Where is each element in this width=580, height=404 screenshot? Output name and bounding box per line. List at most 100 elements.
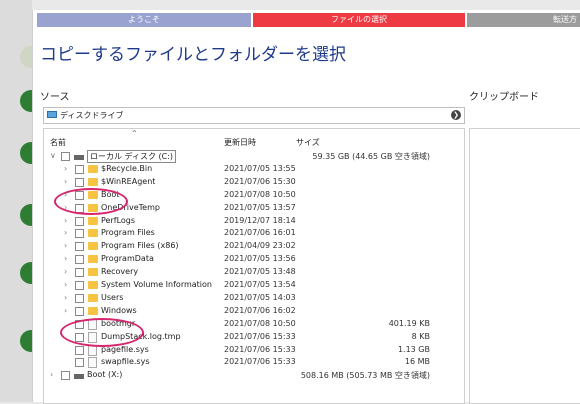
- drive-row[interactable]: › Boot (X:) 508.16 MB (505.73 MB 空き領域): [44, 369, 464, 381]
- folder-row[interactable]: › Program Files 2021/07/06 16:01: [44, 227, 464, 239]
- item-size: 16 MB: [404, 357, 430, 367]
- source-label: ソース: [40, 92, 70, 103]
- chevron-right-icon[interactable]: ›: [64, 293, 67, 302]
- chevron-right-icon[interactable]: ›: [64, 267, 67, 276]
- column-header-name[interactable]: 名前: [50, 137, 66, 148]
- folder-row[interactable]: › PerfLogs 2019/12/07 18:14: [44, 215, 464, 227]
- source-dropdown-value: ディスクドライブ: [60, 111, 124, 120]
- step-transfer: 転送方: [467, 13, 580, 27]
- chevron-right-icon[interactable]: ›: [64, 164, 67, 173]
- item-date: 2021/07/05 13:56: [224, 254, 296, 264]
- item-name: ProgramData: [101, 254, 154, 264]
- folder-icon: [88, 216, 98, 225]
- checkbox[interactable]: [61, 152, 70, 161]
- clipboard-label: クリップボード: [469, 92, 539, 103]
- chevron-right-icon[interactable]: ›: [64, 228, 67, 237]
- checkbox[interactable]: [75, 255, 84, 265]
- folder-icon: [88, 306, 98, 315]
- file-row[interactable]: swapfile.sys 2021/07/06 15:33 16 MB: [44, 356, 464, 369]
- item-name: Program Files (x86): [101, 241, 179, 251]
- file-icon: [88, 357, 97, 369]
- item-date: 2021/07/06 16:01: [224, 228, 296, 238]
- folder-icon: [88, 164, 98, 173]
- column-header-size[interactable]: サイズ: [296, 137, 320, 148]
- file-selection-window: ようこそ ファイルの選択 転送方 コピーするファイルとフォルダーを選択 ソース …: [32, 10, 580, 404]
- checkbox[interactable]: [75, 345, 84, 355]
- item-date: 2021/07/06 15:33: [224, 331, 296, 341]
- checkbox[interactable]: [75, 358, 84, 368]
- item-date: 2021/07/06 15:33: [224, 357, 296, 367]
- highlight-bootmgr: [60, 318, 144, 347]
- chevron-right-icon[interactable]: ›: [50, 370, 53, 379]
- item-date: 2021/04/09 23:02: [224, 241, 296, 251]
- folder-row[interactable]: › Program Files (x86) 2021/04/09 23:02: [44, 240, 464, 252]
- chevron-right-icon[interactable]: ›: [64, 280, 67, 289]
- item-date: 2021/07/05 13:55: [224, 163, 296, 173]
- drive-icon: [74, 374, 84, 380]
- item-name: $WinREAgent: [101, 176, 156, 186]
- chevron-right-icon[interactable]: ❯: [451, 110, 461, 120]
- item-size: 8 KB: [411, 331, 430, 341]
- folder-row[interactable]: › System Volume Information 2021/07/05 13:…: [44, 279, 464, 291]
- folder-row[interactable]: › $Recycle.Bin 2021/07/05 13:55: [44, 163, 464, 175]
- item-name: Program Files: [101, 228, 155, 238]
- checkbox[interactable]: [75, 242, 84, 252]
- item-name: PerfLogs: [101, 215, 136, 225]
- folder-icon: [88, 281, 98, 289]
- item-name: Users: [101, 292, 124, 302]
- chevron-right-icon[interactable]: ›: [64, 306, 67, 315]
- page-title: コピーするファイルとフォルダーを選択: [40, 45, 346, 65]
- checkbox[interactable]: [75, 281, 84, 290]
- item-size: 59.35 GB (44.65 GB 空き領域): [312, 152, 430, 161]
- item-date: 2019/12/07 18:14: [224, 215, 296, 225]
- item-name: Boot (X:): [87, 370, 123, 380]
- folder-icon: [88, 293, 98, 302]
- clipboard-panel: [469, 128, 580, 404]
- checkbox[interactable]: [75, 306, 84, 316]
- item-name: Recovery: [101, 267, 139, 277]
- folder-icon: [88, 177, 98, 186]
- folder-row[interactable]: › ProgramData 2021/07/05 13:56: [44, 253, 464, 265]
- highlight-boot: [54, 188, 128, 215]
- item-date: 2021/07/05 13:57: [224, 202, 296, 212]
- folder-row[interactable]: › Users 2021/07/05 14:03: [44, 292, 464, 304]
- item-name: swapfile.sys: [101, 357, 150, 367]
- item-date: 2021/07/08 10:50: [224, 189, 296, 199]
- folder-row[interactable]: › $WinREAgent 2021/07/06 15:30: [44, 176, 464, 188]
- checkbox[interactable]: [75, 177, 84, 187]
- folder-icon: [88, 242, 98, 251]
- folder-icon: [88, 229, 98, 238]
- item-date: 2021/07/05 13:48: [224, 267, 296, 277]
- item-date: 2021/07/06 15:30: [224, 176, 296, 186]
- sort-caret-icon[interactable]: ⌃: [131, 129, 138, 138]
- wizard-steps: ようこそ ファイルの選択 転送方: [33, 13, 580, 27]
- checkbox[interactable]: [61, 371, 70, 381]
- drive-icon: [74, 155, 84, 160]
- item-date: 2021/07/06 15:33: [224, 344, 296, 354]
- checkbox[interactable]: [75, 216, 84, 226]
- column-header-date[interactable]: 更新日時: [224, 137, 256, 148]
- checkbox[interactable]: [75, 164, 84, 174]
- checkbox[interactable]: [75, 229, 84, 239]
- item-name: Windows: [101, 305, 137, 315]
- chevron-right-icon[interactable]: ›: [64, 241, 67, 250]
- item-size: 1.13 GB: [397, 344, 430, 354]
- chevron-down-icon[interactable]: ∨: [50, 151, 56, 160]
- step-welcome: ようこそ: [37, 13, 251, 27]
- source-dropdown[interactable]: ディスクドライブ ❯: [43, 107, 465, 124]
- monitor-icon: [47, 111, 57, 118]
- item-size: 401.19 KB: [388, 318, 430, 328]
- checkbox[interactable]: [75, 268, 84, 278]
- item-name: $Recycle.Bin: [101, 163, 153, 173]
- folder-row[interactable]: › Windows 2021/07/06 16:02: [44, 305, 464, 317]
- folder-icon: [88, 268, 98, 277]
- chevron-right-icon[interactable]: ›: [64, 177, 67, 186]
- chevron-right-icon[interactable]: ›: [64, 254, 67, 263]
- drive-row[interactable]: ∨ ローカル ディスク (C:) 59.35 GB (44.65 GB 空き領域): [44, 150, 464, 163]
- folder-row[interactable]: › Recovery 2021/07/05 13:48: [44, 266, 464, 278]
- item-name: ローカル ディスク (C:): [87, 150, 177, 163]
- checkbox[interactable]: [75, 293, 84, 303]
- item-size: 508.16 MB (505.73 MB 空き領域): [300, 371, 430, 381]
- step-file-selection: ファイルの選択: [253, 13, 465, 27]
- chevron-right-icon[interactable]: ›: [64, 216, 67, 225]
